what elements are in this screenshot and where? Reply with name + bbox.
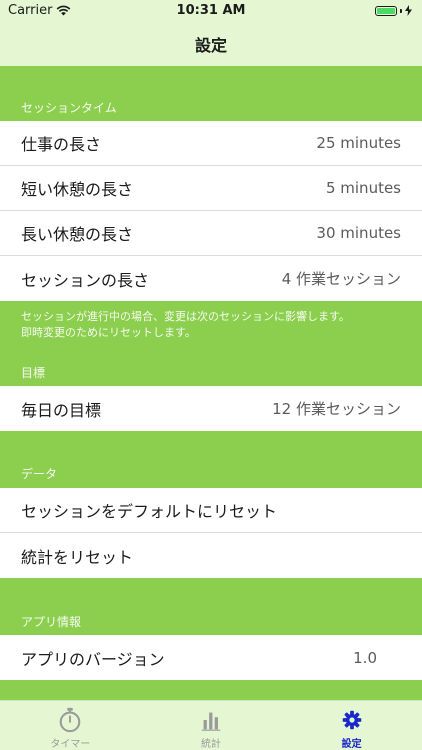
gear-icon xyxy=(342,710,361,730)
row-value: 30 minutes xyxy=(316,224,401,242)
charging-bolt-icon xyxy=(405,5,412,16)
row-label: セッションの長さ xyxy=(21,270,150,290)
daily-goal-row[interactable]: 毎日の目標 12 作業セッション xyxy=(0,386,422,431)
status-time: 10:31 AM xyxy=(176,3,246,18)
tab-settings[interactable]: 設定 xyxy=(281,701,422,750)
tab-label: 統計 xyxy=(201,739,221,750)
row-label: 毎日の目標 xyxy=(21,400,102,420)
row-value: 4 作業セッション xyxy=(281,270,401,288)
row-label: セッションをデフォルトにリセット xyxy=(21,502,278,521)
stopwatch-icon xyxy=(60,707,81,733)
section-header-goal: 目標 xyxy=(21,366,46,380)
work-length-row[interactable]: 仕事の長さ 25 minutes xyxy=(0,121,422,166)
status-bar: Carrier 10:31 AM xyxy=(0,0,422,22)
row-label: 統計をリセット xyxy=(21,547,134,567)
long-break-length-row[interactable]: 長い休憩の長さ 30 minutes xyxy=(0,211,422,256)
row-value: 1.0 xyxy=(353,648,377,667)
section-header-app-info: アプリ情報 xyxy=(21,615,82,629)
section-header-data: データ xyxy=(21,467,58,481)
row-value: 12 作業セッション xyxy=(272,400,401,418)
row-label: 長い休憩の長さ xyxy=(21,225,134,244)
reset-sessions-default-row[interactable]: セッションをデフォルトにリセット xyxy=(0,488,422,533)
row-label: 仕事の長さ xyxy=(21,135,102,154)
footer-line: 即時変更のためにリセットします。 xyxy=(21,326,196,339)
app-version-row: アプリのバージョン 1.0 xyxy=(0,635,422,680)
row-value: 5 minutes xyxy=(325,179,401,197)
page-title: 設定 xyxy=(194,36,227,55)
tab-statistics[interactable]: 統計 xyxy=(141,701,282,750)
tab-timer[interactable]: タイマー xyxy=(0,701,141,750)
reset-stats-row[interactable]: 統計をリセット xyxy=(0,533,422,578)
section-footer-note: セッションが進行中の場合、変更は次のセッションに影響します。 即時変更のためにリ… xyxy=(21,309,406,341)
nav-bar: 設定 xyxy=(0,22,422,66)
row-label: 短い休憩の長さ xyxy=(21,180,134,199)
short-break-length-row[interactable]: 短い休憩の長さ 5 minutes xyxy=(0,166,422,211)
section-header-session-time: セッションタイム xyxy=(21,101,117,115)
tab-label: 設定 xyxy=(341,739,362,750)
row-label: アプリのバージョン xyxy=(21,649,165,669)
session-length-row[interactable]: セッションの長さ 4 作業セッション xyxy=(0,256,422,301)
footer-line: セッションが進行中の場合、変更は次のセッションに影響します。 xyxy=(21,310,350,323)
battery-icon xyxy=(375,5,397,16)
tab-bar: タイマー 統計 設定 xyxy=(0,700,422,750)
bar-chart-icon xyxy=(201,712,221,731)
row-value: 25 minutes xyxy=(316,134,401,152)
tab-label: タイマー xyxy=(50,739,91,750)
status-battery xyxy=(375,5,412,16)
